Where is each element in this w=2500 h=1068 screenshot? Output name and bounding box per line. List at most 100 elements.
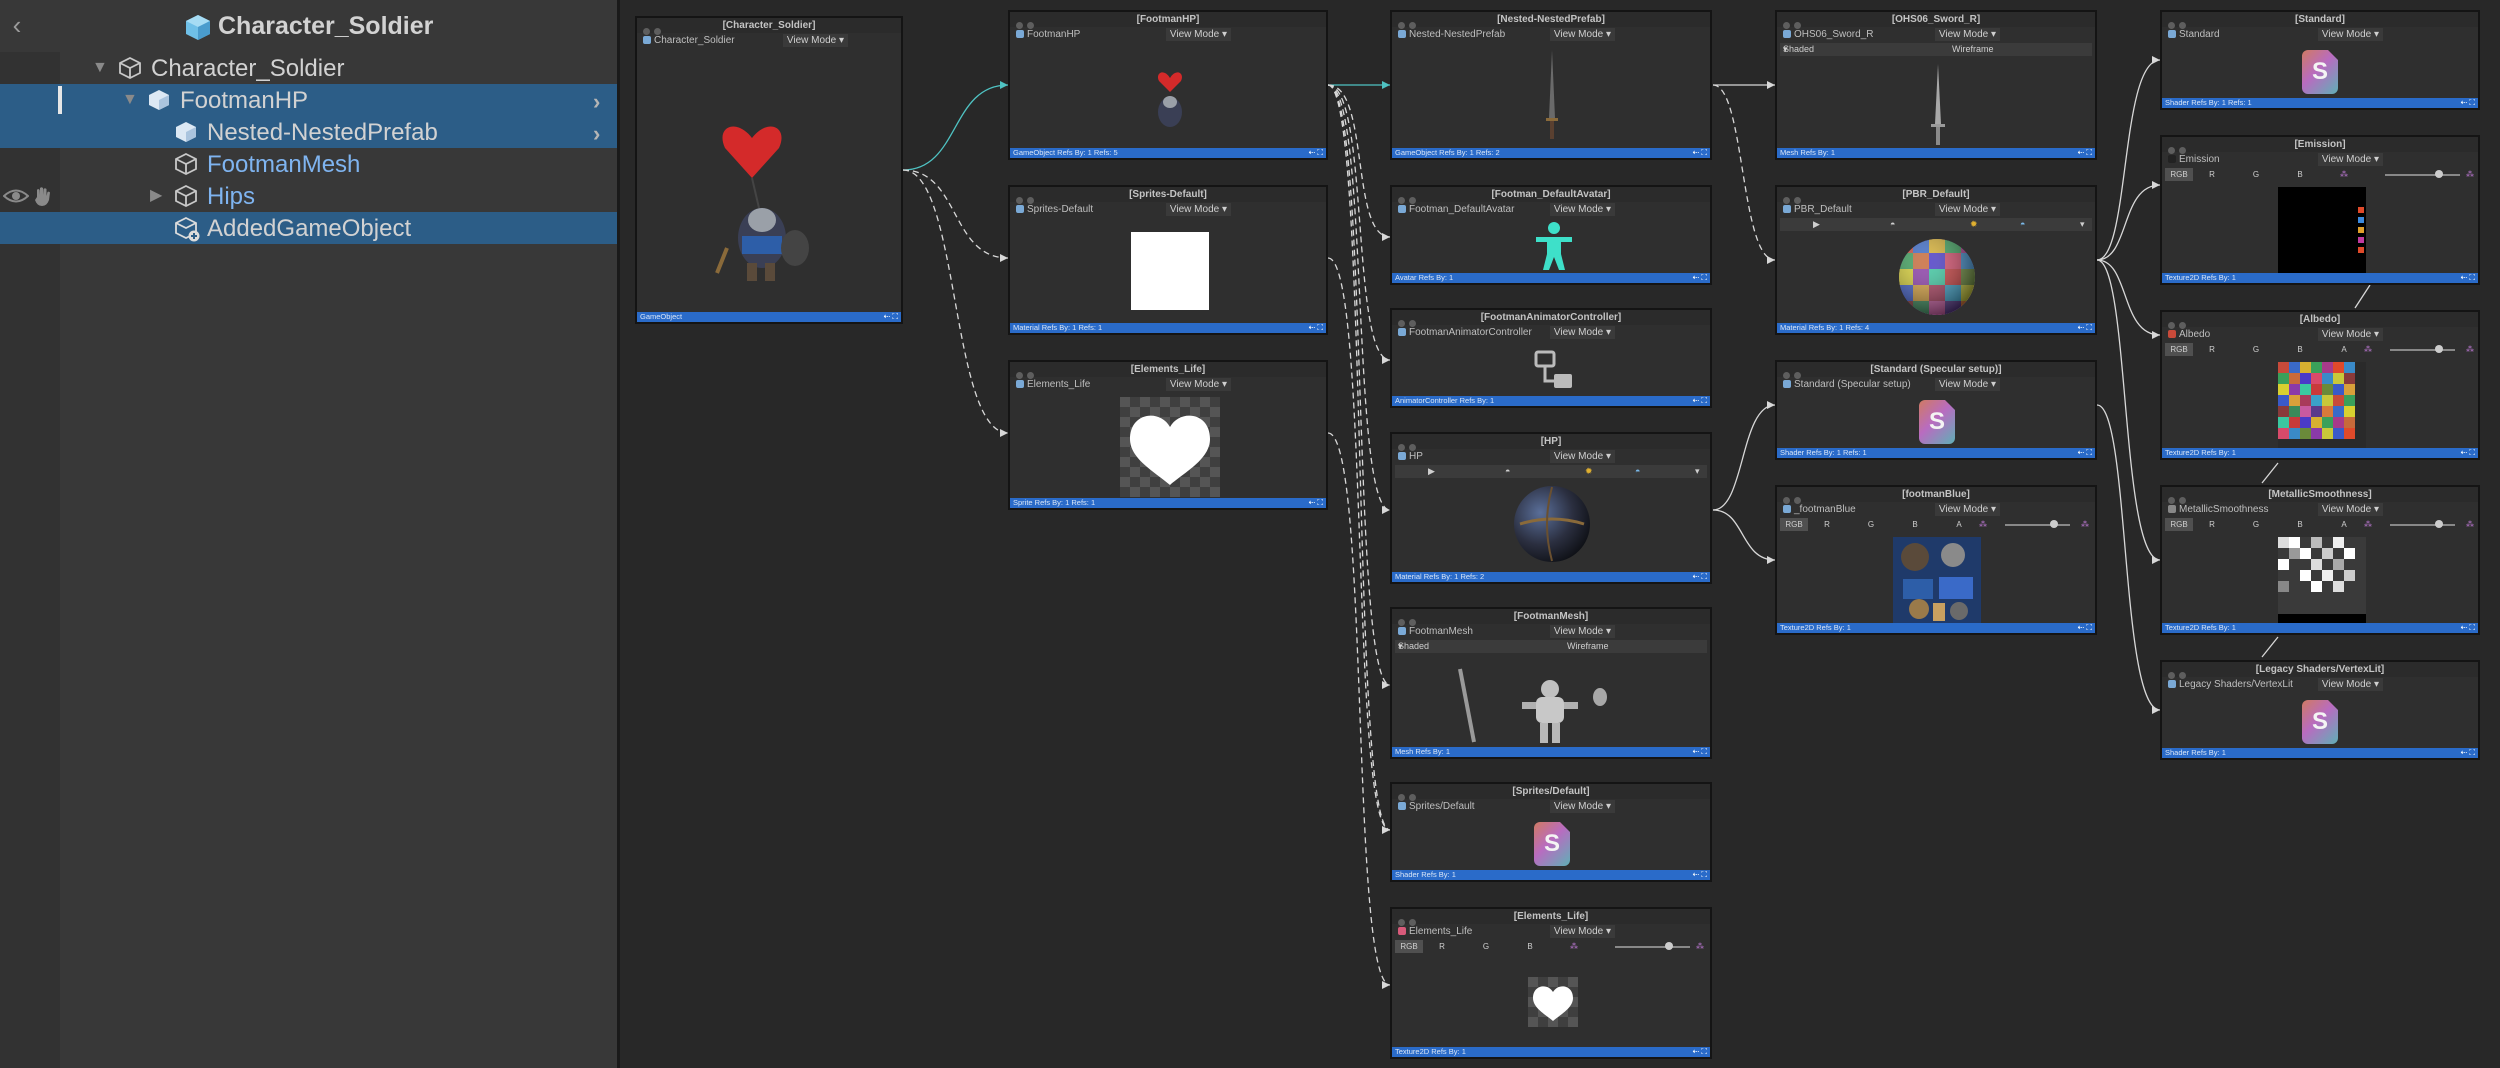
node-footer-icons[interactable]: ⇠ ⛶ [1299, 324, 1323, 332]
channel-rgb-toggle[interactable]: RGB [2165, 518, 2193, 531]
node-window-dots[interactable] [1016, 366, 1038, 379]
view-mode-dropdown[interactable]: View Mode ▾ [1934, 503, 2000, 516]
view-mode-dropdown[interactable]: View Mode ▾ [1549, 450, 1615, 463]
mip-icon[interactable]: ⁂ [2463, 343, 2477, 356]
view-mode-dropdown[interactable]: View Mode ▾ [2317, 328, 2383, 341]
channel-g-toggle[interactable]: G [2249, 343, 2263, 356]
node-footer-icons[interactable]: ⇠ ⛶ [2068, 624, 2092, 632]
node-nested-nestedprefab[interactable]: [Nested-NestedPrefab] Nested-NestedPrefa… [1390, 10, 1712, 160]
node-emission-texture[interactable]: [Emission] Emission View Mode ▾ RGB R G B… [2160, 135, 2480, 285]
node-window-dots[interactable] [643, 22, 665, 35]
mip-icon[interactable]: ⁂ [2463, 168, 2477, 181]
node-metallic-smoothness-texture[interactable]: [MetallicSmoothness] MetallicSmoothness V… [2160, 485, 2480, 635]
node-footer-icons[interactable]: ⇠ ⛶ [2451, 274, 2475, 282]
node-standard-shader[interactable]: [Standard] Standard View Mode ▾ S Shader … [2160, 10, 2480, 110]
node-sprites-default-material[interactable]: [Sprites-Default] Sprites-Default View Mo… [1008, 185, 1328, 335]
node-legacy-shaders-vertexlit[interactable]: [Legacy Shaders/VertexLit] Legacy Shader… [2160, 660, 2480, 760]
mip-icon[interactable]: ⁂ [2361, 343, 2375, 356]
node-footer-icons[interactable]: ⇠ ⛶ [2068, 324, 2092, 332]
node-footmanhp[interactable]: [FootmanHP] FootmanHP View Mode ▾ GameObj… [1008, 10, 1328, 160]
node-window-dots[interactable] [1398, 438, 1420, 451]
light-icon[interactable]: ✹ [1585, 465, 1593, 478]
channel-r-toggle[interactable]: R [2205, 518, 2219, 531]
mip-icon[interactable]: ⁂ [2463, 518, 2477, 531]
node-footer-icons[interactable]: ⇠ ⛶ [2068, 449, 2092, 457]
node-window-dots[interactable] [1398, 191, 1420, 204]
sphere-icon[interactable]: ◓ [1505, 465, 1510, 478]
view-mode-dropdown[interactable]: View Mode ▾ [1934, 28, 2000, 41]
node-footer-icons[interactable]: ⇠ ⛶ [2451, 449, 2475, 457]
mip-slider[interactable] [2385, 174, 2460, 176]
sphere-icon[interactable]: ◓ [2020, 218, 2025, 231]
node-footer-icons[interactable]: ⇠ ⛶ [1683, 573, 1707, 581]
channel-g-toggle[interactable]: G [1479, 940, 1493, 953]
node-footmanmesh[interactable]: [FootmanMesh] FootmanMesh View Mode ▾ Sha… [1390, 607, 1712, 759]
view-mode-dropdown[interactable]: View Mode ▾ [1549, 800, 1615, 813]
node-elements-life-sprite[interactable]: [Elements_Life] Elements_Life View Mode ▾… [1008, 360, 1328, 510]
node-character-soldier[interactable]: [Character_Soldier] Character_Soldier Vie… [635, 16, 903, 324]
wireframe-toggle[interactable]: Wireframe [1567, 640, 1609, 653]
eye-icon[interactable] [3, 187, 29, 205]
node-window-dots[interactable] [1783, 16, 1805, 29]
node-footer-icons[interactable]: ⇠ ⛶ [2451, 624, 2475, 632]
view-mode-dropdown[interactable]: View Mode ▾ [1549, 203, 1615, 216]
node-window-dots[interactable] [1398, 613, 1420, 626]
node-footer-icons[interactable]: ⇠ ⛶ [1683, 748, 1707, 756]
node-sprites-default-shader[interactable]: [Sprites/Default] Sprites/Default View Mo… [1390, 782, 1712, 882]
node-window-dots[interactable] [2168, 491, 2190, 504]
channel-r-toggle[interactable]: R [1820, 518, 1834, 531]
mip-slider[interactable] [2005, 524, 2070, 526]
channel-rgb-toggle[interactable]: RGB [1780, 518, 1808, 531]
hierarchy-row-footmanhp[interactable]: ▼ FootmanHP › [0, 84, 617, 116]
node-footer-icons[interactable]: ⇠ ⛶ [2068, 149, 2092, 157]
view-mode-dropdown[interactable]: View Mode ▾ [1549, 326, 1615, 339]
node-footer-icons[interactable]: ⇠ ⛶ [1683, 1048, 1707, 1056]
view-mode-dropdown[interactable]: View Mode ▾ [1934, 203, 2000, 216]
channel-b-toggle[interactable]: B [1908, 518, 1922, 531]
wireframe-toggle[interactable]: Wireframe [1952, 43, 1994, 56]
node-footmanblue-texture[interactable]: [footmanBlue] _footmanBlue View Mode ▾ RG… [1775, 485, 2097, 635]
channel-g-toggle[interactable]: G [2249, 518, 2263, 531]
light-icon[interactable]: ✹ [1970, 218, 1978, 231]
channel-r-toggle[interactable]: R [2205, 168, 2219, 181]
node-window-dots[interactable] [1016, 16, 1038, 29]
node-footer-icons[interactable]: ⇠ ⛶ [874, 313, 898, 321]
expand-arrow-icon[interactable]: ▶ [150, 187, 168, 205]
hierarchy-row-hips[interactable]: ▶ Hips [0, 180, 617, 212]
mip-icon[interactable]: ⁂ [1976, 518, 1990, 531]
mip-slider-knob[interactable] [2050, 520, 2058, 528]
channel-b-toggle[interactable]: B [1523, 940, 1537, 953]
node-elements-life-texture[interactable]: [Elements_Life] Elements_Life View Mode ▾… [1390, 907, 1712, 1059]
channel-a-toggle[interactable]: A [2337, 518, 2351, 531]
channel-b-toggle[interactable]: B [2293, 518, 2307, 531]
node-window-dots[interactable] [1398, 314, 1420, 327]
node-footer-icons[interactable]: ⇠ ⛶ [1299, 499, 1323, 507]
node-footer-icons[interactable]: ⇠ ⛶ [2451, 99, 2475, 107]
channel-rgb-toggle[interactable]: RGB [2165, 343, 2193, 356]
view-mode-dropdown[interactable]: View Mode ▾ [1934, 378, 2000, 391]
node-standard-specular-setup[interactable]: [Standard (Specular setup)] Standard (Sp… [1775, 360, 2097, 460]
node-footman-defaultavatar[interactable]: [Footman_DefaultAvatar] Footman_DefaultA… [1390, 185, 1712, 285]
hierarchy-row-nested-nestedprefab[interactable]: Nested-NestedPrefab › [0, 116, 617, 148]
back-icon[interactable]: ‹ [5, 10, 29, 40]
chevron-right-icon[interactable]: › [593, 89, 600, 115]
view-mode-dropdown[interactable]: View Mode ▾ [2317, 678, 2383, 691]
mip-slider-knob[interactable] [2435, 345, 2443, 353]
mip-slider-knob[interactable] [2435, 170, 2443, 178]
node-footer-icons[interactable]: ⇠ ⛶ [1299, 149, 1323, 157]
chevron-right-icon[interactable]: › [593, 121, 600, 147]
mip-icon[interactable]: ⁂ [1567, 940, 1581, 953]
view-mode-dropdown[interactable]: View Mode ▾ [1549, 625, 1615, 638]
view-mode-dropdown[interactable]: View Mode ▾ [1165, 28, 1231, 41]
channel-g-toggle[interactable]: G [2249, 168, 2263, 181]
mip-slider-knob[interactable] [1665, 942, 1673, 950]
mip-icon[interactable]: ⁂ [2078, 518, 2092, 531]
hand-icon[interactable] [32, 185, 54, 207]
channel-g-toggle[interactable]: G [1864, 518, 1878, 531]
node-hp-material[interactable]: [HP] HP View Mode ▾ ▶ ◓ ✹ ◓ ▾ Material Refs B… [1390, 432, 1712, 584]
channel-b-toggle[interactable]: B [2293, 343, 2307, 356]
node-footer-icons[interactable]: ⇠ ⛶ [1683, 397, 1707, 405]
mip-slider[interactable] [2390, 524, 2455, 526]
node-window-dots[interactable] [1016, 191, 1038, 204]
node-window-dots[interactable] [1398, 788, 1420, 801]
